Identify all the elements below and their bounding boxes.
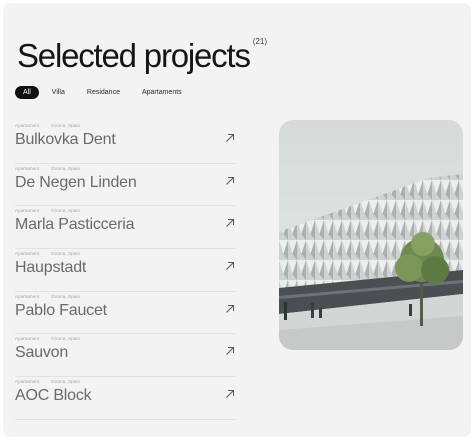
project-count: (21) [252, 37, 267, 46]
project-location: Girona, Spain [51, 379, 81, 385]
project-name: De Negen Linden [15, 173, 137, 191]
project-meta: Apartament Girona, Spain [15, 208, 80, 213]
project-meta: Apartament Girona, Spain [15, 123, 80, 128]
project-name: Bulkovka Dent [15, 131, 116, 148]
building-image [279, 120, 463, 350]
project-name: AOC Block [15, 387, 92, 405]
project-item[interactable]: Apartament Girona, Spain De Negen Linden [15, 164, 235, 207]
project-location: Girona, Spain [51, 336, 81, 342]
project-location: Girona, Spain [51, 208, 81, 214]
project-type: Apartament [15, 379, 40, 385]
arrow-up-right-icon[interactable] [225, 133, 235, 143]
filter-tabs: All Villa Residance Apartaments [15, 86, 191, 99]
project-item[interactable]: Apartament Girona, Spain AOC Block [15, 377, 235, 420]
project-meta: Apartament Girona, Spain [15, 379, 80, 384]
project-meta: Apartament Girona, Spain [15, 251, 80, 256]
project-location: Girona, Spain [51, 251, 81, 257]
arrow-up-right-icon[interactable] [225, 261, 235, 271]
page-header: Selected projects (21) [17, 37, 267, 74]
project-name: Pablo Faucet [15, 301, 107, 319]
project-name: Marla Pasticceria [15, 216, 135, 234]
project-item[interactable]: Apartament Girona, Spain Pablo Faucet [15, 292, 235, 335]
project-type: Apartament [15, 336, 40, 342]
project-photo [279, 120, 463, 350]
project-item[interactable]: Apartament Girona, Spain Marla Pasticcer… [15, 206, 235, 250]
arrow-up-right-icon[interactable] [225, 304, 235, 314]
projects-panel: Selected projects (21) All Villa Residan… [3, 3, 471, 437]
project-location: Girona, Spain [51, 165, 81, 171]
project-item[interactable]: Apartament Girona, Spain Haupstadt [15, 249, 235, 292]
project-type: Apartament [15, 165, 40, 171]
project-meta: Apartament Girona, Spain [15, 294, 80, 299]
filter-apartaments[interactable]: Apartaments [133, 86, 191, 99]
arrow-up-right-icon[interactable] [225, 176, 235, 186]
arrow-up-right-icon[interactable] [225, 389, 235, 399]
project-meta: Apartament Girona, Spain [15, 166, 80, 171]
filter-all[interactable]: All [15, 86, 39, 99]
project-location: Girona, Spain [51, 123, 81, 128]
project-type: Apartament [15, 251, 40, 257]
filter-villa[interactable]: Villa [43, 86, 74, 99]
project-name: Sauvon [15, 344, 69, 362]
arrow-up-right-icon[interactable] [225, 346, 235, 356]
project-item[interactable]: Apartament Girona, Spain Bulkovka Dent [15, 121, 235, 164]
project-type: Apartament [15, 123, 40, 128]
filter-residance[interactable]: Residance [78, 86, 129, 99]
project-location: Girona, Spain [51, 293, 81, 299]
project-meta: Apartament Girona, Spain [15, 336, 80, 341]
project-list: Apartament Girona, Spain Bulkovka Dent A… [15, 121, 235, 420]
project-item[interactable]: Apartament Girona, Spain Sauvon [15, 334, 235, 378]
project-type: Apartament [15, 293, 40, 299]
arrow-up-right-icon[interactable] [225, 218, 235, 228]
page-title: Selected projects [17, 37, 251, 74]
project-type: Apartament [15, 208, 40, 214]
project-name: Haupstadt [15, 259, 87, 277]
